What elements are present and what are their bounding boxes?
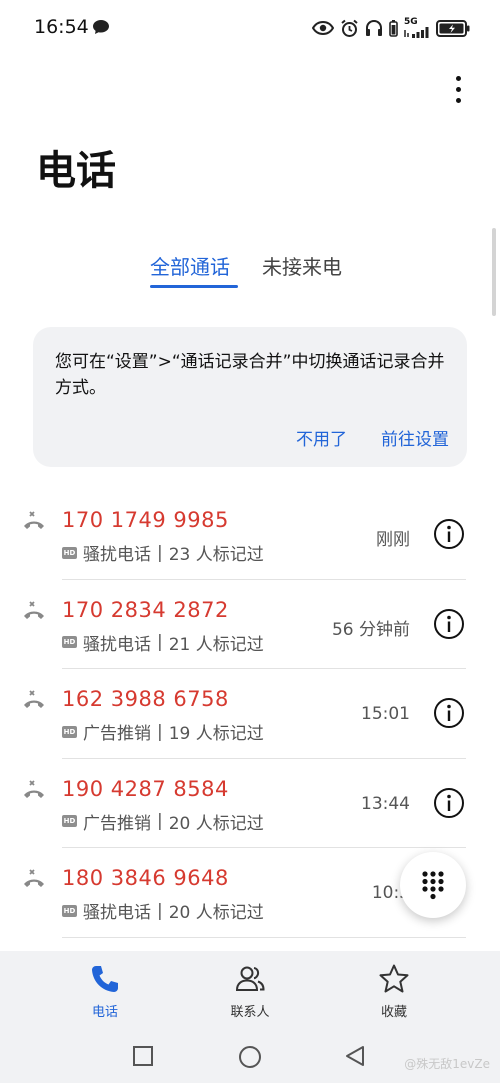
phone-icon [92, 966, 118, 992]
caller-tag: 广告推销 [83, 813, 151, 834]
hd-badge: HD [62, 725, 77, 738]
nav-phone-label: 电话 [91, 1005, 118, 1020]
call-time: 56 分钟前 [331, 619, 410, 640]
marked-count: 20 人标记过 [168, 903, 264, 923]
missed-call-icon [24, 869, 44, 887]
nav-favorites-label: 收藏 [380, 1005, 407, 1020]
caller-number: 162 3988 6758 [62, 687, 229, 711]
tab-all-calls[interactable]: 全部通话 [150, 252, 238, 288]
dismiss-button[interactable]: 不用了 [296, 425, 347, 450]
status-bar: 16:54 5G [0, 0, 500, 56]
tab-missed-calls-label: 未接来电 [262, 255, 342, 279]
call-time: 15:01 [361, 704, 410, 724]
headphones-icon [366, 19, 382, 36]
call-log-row[interactable]: 162 3988 6758 HD 广告推销 | 19 人标记过 15:01 [0, 669, 500, 759]
tag-separator: | [157, 542, 163, 563]
marked-count: 19 人标记过 [168, 724, 264, 744]
more-options-button[interactable] [444, 72, 472, 106]
hd-badge: HD [62, 546, 77, 559]
caller-tag-info: HD 骚扰电话 | 21 人标记过 [62, 630, 264, 655]
page-title: 电话 [36, 148, 116, 194]
call-log-row[interactable]: 190 4287 8584 HD 广告推销 | 20 人标记过 13:44 [0, 759, 500, 848]
caller-tag: 骚扰电话 [83, 545, 151, 565]
caller-tag-info: HD 骚扰电话 | 20 人标记过 [62, 898, 264, 923]
hd-badge: HD [62, 904, 77, 917]
system-navigation-bar: @殊无敌1evZe [0, 1031, 500, 1083]
call-log-row[interactable]: 170 1749 9985 HD 骚扰电话 | 23 人标记过 刚刚 [0, 490, 500, 580]
battery-charging-icon [436, 19, 470, 37]
watermark: @殊无敌1evZe [404, 1057, 490, 1071]
info-icon[interactable] [433, 697, 465, 729]
caller-tag: 骚扰电话 [83, 634, 151, 655]
missed-call-icon [24, 690, 44, 708]
nav-favorites[interactable]: 收藏 [344, 963, 444, 1020]
network-type: 5G [404, 17, 418, 27]
missed-call-icon [24, 779, 44, 798]
dialpad-button[interactable] [400, 852, 466, 918]
tip-text: 您可在“设置”>“通话记录合并”中切换通话记录合并方式。 [55, 352, 445, 398]
tag-separator: | [157, 632, 163, 652]
nav-contacts-label: 联系人 [230, 1005, 270, 1020]
go-to-settings-button[interactable]: 前往设置 [381, 425, 449, 450]
message-icon [93, 20, 109, 34]
recent-apps-button[interactable] [132, 1045, 154, 1067]
caller-tag-info: HD 广告推销 | 19 人标记过 [62, 719, 264, 744]
bottom-navigation: 电话 联系人 收藏 [0, 951, 500, 1031]
tag-separator: | [157, 900, 163, 921]
dialpad-icon [422, 871, 444, 900]
missed-call-icon [24, 600, 44, 619]
call-tabs: 全部通话 未接来电 [0, 252, 500, 292]
back-button[interactable] [344, 1045, 366, 1067]
call-time: 13:44 [361, 793, 410, 814]
info-icon[interactable] [433, 518, 465, 550]
eye-comfort-icon [312, 21, 334, 35]
battery-small-icon [389, 19, 398, 37]
signal-icon [404, 27, 429, 38]
tip-actions: 不用了 前往设置 [296, 425, 449, 450]
missed-call-icon [24, 511, 44, 529]
caller-number: 190 4287 8584 [62, 776, 229, 801]
hd-badge: HD [62, 636, 77, 648]
nav-phone[interactable]: 电话 [55, 963, 155, 1020]
status-icons: 5G [312, 17, 470, 39]
star-icon [379, 964, 409, 993]
info-icon[interactable] [433, 608, 465, 640]
row-divider [62, 936, 466, 938]
marked-count: 23 人标记过 [168, 545, 264, 565]
caller-number: 180 3846 9648 [62, 866, 229, 890]
tag-separator: | [157, 721, 163, 742]
active-tab-indicator [150, 285, 238, 288]
status-time: 16:54 [34, 16, 89, 38]
caller-tag-info: HD 广告推销 | 20 人标记过 [62, 809, 264, 834]
caller-tag: 广告推销 [83, 724, 151, 744]
call-log-row[interactable]: 170 2834 2872 HD 骚扰电话 | 21 人标记过 56 分钟前 [0, 580, 500, 669]
tag-separator: | [157, 811, 163, 831]
more-vertical-icon-dot [455, 75, 461, 81]
call-time: 刚刚 [376, 530, 410, 550]
caller-tag-info: HD 骚扰电话 | 23 人标记过 [62, 540, 264, 565]
more-vertical-icon-dot [455, 97, 461, 103]
marked-count: 21 人标记过 [168, 634, 264, 655]
contacts-icon [235, 966, 265, 991]
nav-contacts[interactable]: 联系人 [200, 963, 300, 1020]
info-icon[interactable] [433, 787, 465, 819]
more-vertical-icon-dot [455, 86, 461, 92]
caller-tag: 骚扰电话 [83, 903, 151, 923]
network-indicator: 5G [404, 18, 430, 38]
caller-number: 170 2834 2872 [62, 597, 229, 622]
tab-missed-calls[interactable]: 未接来电 [262, 252, 342, 288]
alarm-icon [341, 19, 358, 37]
caller-number: 170 1749 9985 [62, 508, 229, 532]
scrollbar[interactable] [492, 228, 496, 316]
tab-all-calls-label: 全部通话 [150, 255, 230, 279]
home-button[interactable] [238, 1045, 262, 1069]
marked-count: 20 人标记过 [168, 813, 264, 834]
hd-badge: HD [62, 815, 77, 827]
merge-tip-card: 您可在“设置”>“通话记录合并”中切换通话记录合并方式。 不用了 前往设置 [33, 327, 467, 467]
